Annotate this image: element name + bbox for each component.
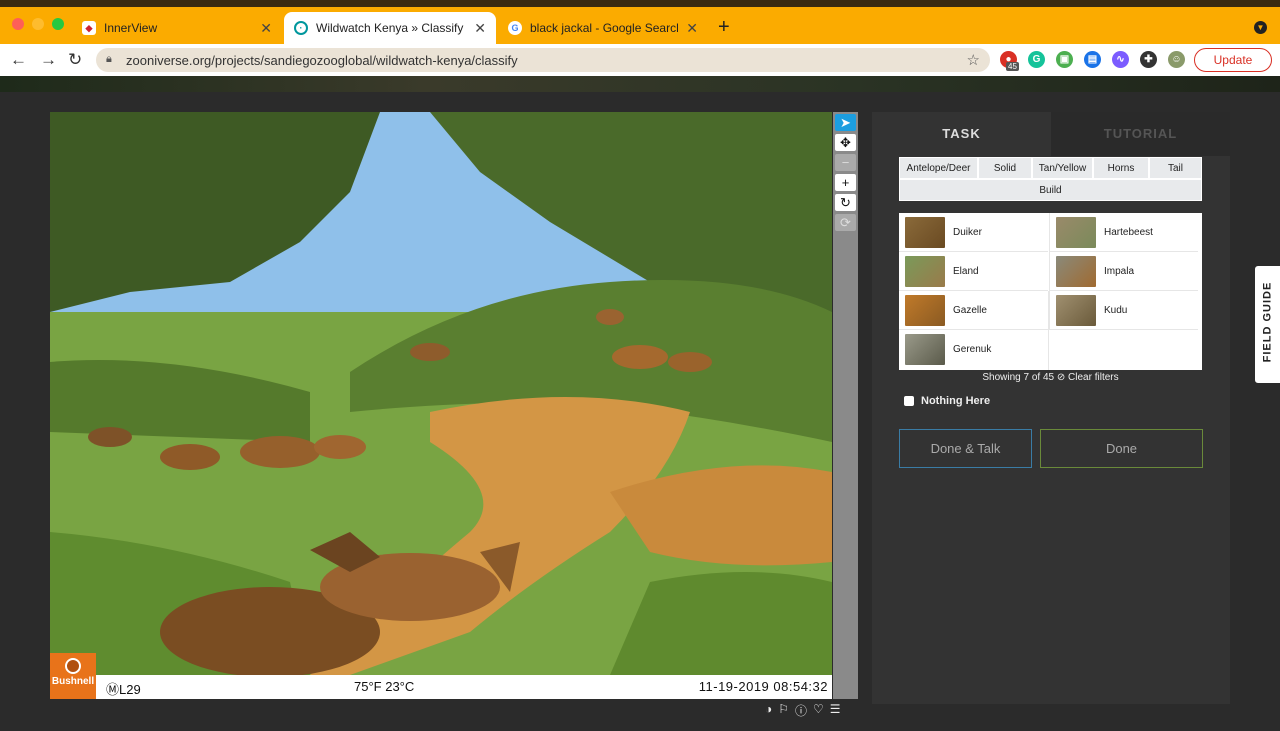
close-window-button[interactable] [12, 18, 24, 30]
lock-icon: 🔒︎ [106, 53, 112, 65]
nothing-here-option[interactable]: Nothing Here [904, 395, 990, 407]
gazelle-thumbnail [905, 294, 945, 326]
extension-wave-icon[interactable]: ∿ [1112, 51, 1129, 68]
species-impala[interactable]: Impala [1049, 252, 1198, 291]
tab-wildwatch[interactable]: · Wildwatch Kenya » Classify — ✕ [284, 12, 496, 44]
filter-bar: Antelope/Deer Solid Tan/Yellow Horns Tai… [899, 157, 1202, 201]
update-button[interactable]: Update [1194, 48, 1272, 72]
favorite-heart-icon[interactable]: ♡ [813, 702, 824, 719]
temperature-readout: 75°F 23°C [354, 679, 415, 694]
species-gazelle[interactable]: Gazelle [899, 291, 1048, 330]
grammarly-icon[interactable]: G [1028, 51, 1045, 68]
profile-avatar[interactable]: ☺ [1168, 51, 1185, 68]
filter-horns[interactable]: Horns [1093, 157, 1149, 179]
photo-timestamp: 11-19-2019 08:54:32 [698, 679, 828, 694]
eland-thumbnail [905, 255, 945, 287]
clear-filters-icon[interactable]: ⊘ [1057, 372, 1065, 383]
google-favicon-icon: G [508, 21, 522, 35]
species-eland[interactable]: Eland [899, 252, 1048, 291]
innerview-favicon-icon: ◆ [82, 21, 96, 35]
hartebeest-thumbnail [1056, 216, 1096, 248]
site-banner [0, 76, 1280, 92]
impala-thumbnail [1056, 255, 1096, 287]
species-list: Duiker Hartebeest Eland Impala Gazelle K… [899, 213, 1202, 370]
species-duiker[interactable]: Duiker [899, 213, 1048, 252]
duiker-thumbnail [905, 216, 945, 248]
camera-trap-photo [50, 112, 832, 675]
reset-icon[interactable]: ⟳ [835, 214, 856, 231]
new-tab-button[interactable]: + [718, 16, 730, 39]
forward-arrow-icon[interactable]: → [40, 50, 57, 70]
tab-innerview[interactable]: ◆ InnerView ✕ [72, 12, 282, 44]
minimize-window-button[interactable] [32, 18, 44, 30]
filter-build[interactable]: Build [899, 179, 1202, 201]
invert-icon[interactable]: ◑ [765, 702, 772, 719]
back-arrow-icon[interactable]: ← [10, 50, 27, 70]
filter-antelope-deer[interactable]: Antelope/Deer [899, 157, 978, 179]
close-tab-icon[interactable]: ✕ [686, 20, 698, 37]
pointer-icon[interactable]: ➤ [835, 114, 856, 131]
tab-google-search[interactable]: G black jackal - Google Search ✕ [498, 12, 708, 44]
extension-flag-icon[interactable]: ▤ [1084, 51, 1101, 68]
zoom-out-icon[interactable]: − [835, 154, 856, 171]
move-icon[interactable]: ✥ [835, 134, 856, 151]
kudu-thumbnail [1056, 294, 1096, 326]
close-tab-icon[interactable]: ✕ [474, 20, 486, 37]
menu-strip [0, 0, 1280, 7]
flag-icon[interactable]: ⚐ [778, 702, 789, 719]
nothing-here-checkbox[interactable] [904, 396, 914, 406]
tab-search-icon[interactable]: ▼ [1254, 21, 1267, 34]
species-kudu[interactable]: Kudu [1049, 291, 1198, 330]
camera-id: ⓂL29 [106, 682, 141, 697]
subject-image[interactable] [50, 112, 832, 675]
subject-meta-tools: ◑ ⚐ ⓘ ♡ ☰ [765, 702, 841, 719]
camera-info-strip: Bushnell ⓂL29 75°F 23°C 11-19-2019 08:54… [50, 653, 832, 699]
image-toolbar: ➤ ✥ − + ↻ ⟳ [833, 112, 858, 699]
info-icon[interactable]: ⓘ [795, 702, 807, 719]
bushnell-emblem-icon [65, 658, 81, 674]
zoom-in-icon[interactable]: + [835, 174, 856, 191]
species-gerenuk[interactable]: Gerenuk [899, 330, 1048, 369]
done-button[interactable]: Done [1040, 429, 1203, 468]
results-summary: Showing 7 of 45 ⊘ Clear filters [899, 372, 1202, 383]
done-and-talk-button[interactable]: Done & Talk [899, 429, 1032, 468]
bookmark-star-icon[interactable]: ☆ [967, 51, 980, 69]
address-bar[interactable]: 🔒︎ zooniverse.org/projects/sandiegozoogl… [96, 48, 990, 72]
filter-tan-yellow[interactable]: Tan/Yellow [1032, 157, 1093, 179]
close-tab-icon[interactable]: ✕ [260, 20, 272, 37]
url-text: zooniverse.org/projects/sandiegozoogloba… [126, 53, 518, 68]
zooniverse-favicon-icon: · [294, 21, 308, 35]
clear-filters-link[interactable]: Clear filters [1068, 372, 1119, 383]
rotate-icon[interactable]: ↻ [835, 194, 856, 211]
maximize-window-button[interactable] [52, 18, 64, 30]
reload-icon[interactable]: ↻ [68, 50, 82, 70]
bushnell-logo: Bushnell [50, 653, 96, 699]
extension-green-icon[interactable]: ▣ [1056, 51, 1073, 68]
tab-tutorial[interactable]: TUTORIAL [1051, 112, 1230, 156]
extensions-puzzle-icon[interactable]: ✚ [1140, 51, 1157, 68]
filter-solid[interactable]: Solid [978, 157, 1032, 179]
gerenuk-thumbnail [905, 334, 945, 365]
extension-badge: 45 [1006, 62, 1019, 71]
column-divider [1048, 291, 1049, 370]
tab-task[interactable]: TASK [872, 112, 1051, 156]
field-guide-tab[interactable]: FIELD GUIDE [1255, 266, 1280, 383]
filter-tail[interactable]: Tail [1149, 157, 1202, 179]
collections-icon[interactable]: ☰ [830, 702, 841, 719]
species-hartebeest[interactable]: Hartebeest [1049, 213, 1198, 252]
showing-count: Showing 7 of 45 [982, 372, 1055, 383]
task-panel: TASK TUTORIAL Antelope/Deer Solid Tan/Ye… [872, 112, 1230, 704]
